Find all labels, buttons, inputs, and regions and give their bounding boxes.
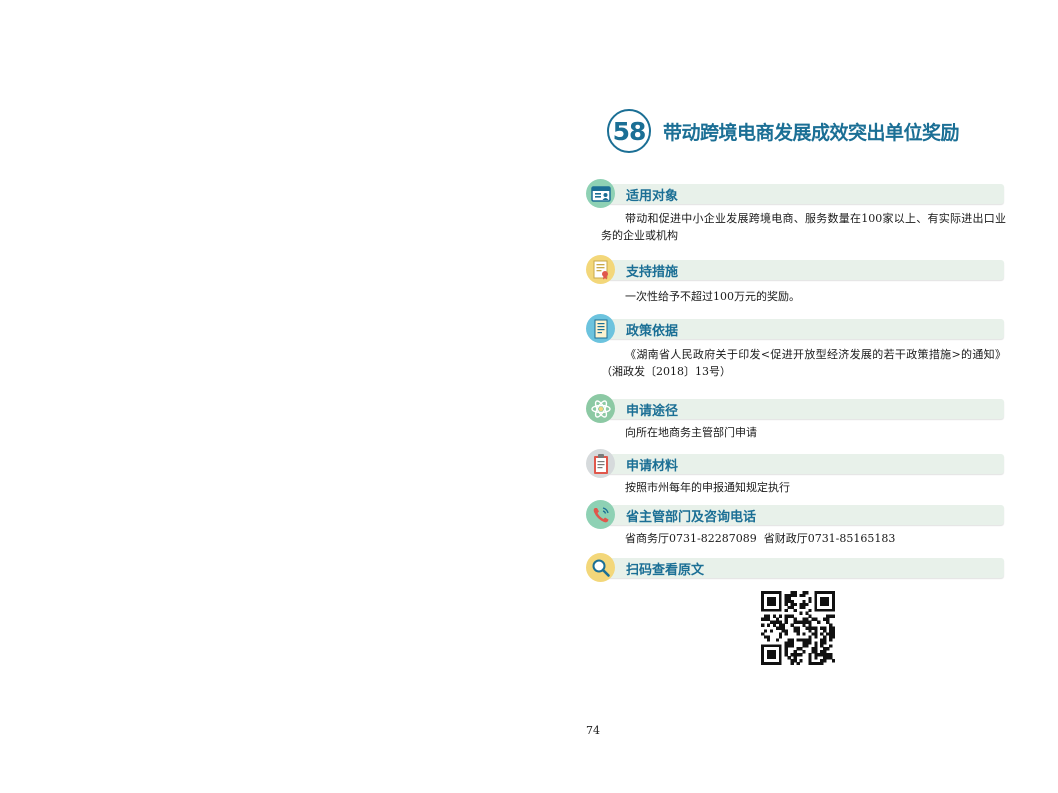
section-contact: 省主管部门及咨询电话 省商务厅0731-82287089 省财政厅0731-85… bbox=[586, 500, 1006, 547]
document-page: 58 带动跨境电商发展成效突出单位奖励 适用对象 带动和促进中小企业发展跨境电商… bbox=[0, 0, 1058, 793]
section-scan-code: 扫码查看原文 bbox=[586, 553, 1006, 582]
section-body: 向所在地商务主管部门申请 bbox=[625, 426, 757, 439]
clipboard-icon bbox=[586, 449, 615, 478]
section-body: 省商务厅0731-82287089 省财政厅0731-85165183 bbox=[625, 532, 896, 545]
section-title: 申请材料 bbox=[626, 459, 679, 474]
section-support-measures: 支持措施 一次性给予不超过100万元的奖励。 bbox=[586, 255, 1006, 305]
section-policy-basis: 政策依据 《湖南省人民政府关于印发<促进开放型经济发展的若干政策措施>的通知》（… bbox=[586, 314, 1006, 380]
section-body: 按照市州每年的申报通知规定执行 bbox=[625, 481, 790, 494]
section-title: 适用对象 bbox=[626, 189, 679, 204]
section-title: 省主管部门及咨询电话 bbox=[626, 510, 757, 525]
section-header: 适用对象 bbox=[586, 179, 1006, 208]
phone-icon bbox=[586, 500, 615, 529]
section-title: 扫码查看原文 bbox=[626, 563, 705, 578]
section-header: 支持措施 bbox=[586, 255, 1006, 284]
section-body: 《湖南省人民政府关于印发<促进开放型经济发展的若干政策措施>的通知》（湘政发〔2… bbox=[601, 348, 1006, 378]
section-header: 省主管部门及咨询电话 bbox=[586, 500, 1006, 529]
section-title: 政策依据 bbox=[626, 324, 679, 339]
page-number: 74 bbox=[586, 724, 600, 737]
section-title: 支持措施 bbox=[626, 265, 679, 280]
atom-icon bbox=[586, 394, 615, 423]
magnifier-icon bbox=[586, 553, 615, 582]
qr-code-icon bbox=[761, 591, 836, 666]
page-title: 58 带动跨境电商发展成效突出单位奖励 bbox=[607, 106, 960, 156]
id-card-icon bbox=[586, 179, 615, 208]
section-body: 带动和促进中小企业发展跨境电商、服务数量在100家以上、有实际进出口业务的企业或… bbox=[601, 212, 1006, 242]
section-header: 申请材料 bbox=[586, 449, 1006, 478]
section-title: 申请途径 bbox=[626, 404, 679, 419]
item-number-badge: 58 bbox=[607, 109, 651, 153]
section-header: 扫码查看原文 bbox=[586, 553, 1006, 582]
section-header: 申请途径 bbox=[586, 394, 1006, 423]
certificate-icon bbox=[586, 255, 615, 284]
section-body: 一次性给予不超过100万元的奖励。 bbox=[625, 290, 800, 303]
section-header: 政策依据 bbox=[586, 314, 1006, 343]
title-text: 带动跨境电商发展成效突出单位奖励 bbox=[663, 121, 960, 144]
document-icon bbox=[586, 314, 615, 343]
section-application-channel: 申请途径 向所在地商务主管部门申请 bbox=[586, 394, 1006, 441]
section-application-materials: 申请材料 按照市州每年的申报通知规定执行 bbox=[586, 449, 1006, 496]
section-applicable-objects: 适用对象 带动和促进中小企业发展跨境电商、服务数量在100家以上、有实际进出口业… bbox=[586, 179, 1006, 244]
